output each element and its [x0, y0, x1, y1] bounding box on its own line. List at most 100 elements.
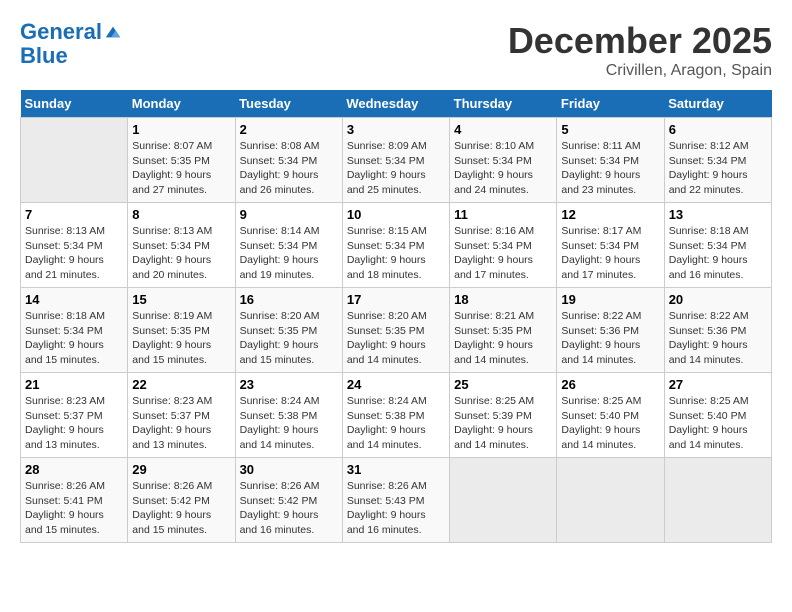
sunrise-text: Sunrise: 8:20 AM: [240, 309, 338, 324]
sunrise-text: Sunrise: 8:26 AM: [25, 479, 123, 494]
day-info: Sunrise: 8:11 AMSunset: 5:34 PMDaylight:…: [561, 139, 659, 198]
daylight-text: Daylight: 9 hours and 23 minutes.: [561, 168, 659, 197]
sunset-text: Sunset: 5:34 PM: [132, 239, 230, 254]
calendar-cell: 23Sunrise: 8:24 AMSunset: 5:38 PMDayligh…: [235, 373, 342, 458]
day-number: 10: [347, 207, 445, 222]
day-info: Sunrise: 8:18 AMSunset: 5:34 PMDaylight:…: [25, 309, 123, 368]
sunrise-text: Sunrise: 8:25 AM: [669, 394, 767, 409]
day-number: 3: [347, 122, 445, 137]
sunset-text: Sunset: 5:35 PM: [132, 324, 230, 339]
daylight-text: Daylight: 9 hours and 14 minutes.: [347, 423, 445, 452]
day-info: Sunrise: 8:26 AMSunset: 5:43 PMDaylight:…: [347, 479, 445, 538]
logo-icon: [104, 23, 122, 41]
day-info: Sunrise: 8:24 AMSunset: 5:38 PMDaylight:…: [240, 394, 338, 453]
calendar-cell: 1Sunrise: 8:07 AMSunset: 5:35 PMDaylight…: [128, 118, 235, 203]
sunrise-text: Sunrise: 8:26 AM: [240, 479, 338, 494]
day-number: 7: [25, 207, 123, 222]
calendar-header-row: SundayMondayTuesdayWednesdayThursdayFrid…: [21, 90, 772, 118]
calendar-cell: 27Sunrise: 8:25 AMSunset: 5:40 PMDayligh…: [664, 373, 771, 458]
header-thursday: Thursday: [450, 90, 557, 118]
day-number: 29: [132, 462, 230, 477]
day-number: 12: [561, 207, 659, 222]
sunset-text: Sunset: 5:35 PM: [132, 154, 230, 169]
calendar-cell: 30Sunrise: 8:26 AMSunset: 5:42 PMDayligh…: [235, 458, 342, 543]
daylight-text: Daylight: 9 hours and 19 minutes.: [240, 253, 338, 282]
day-info: Sunrise: 8:15 AMSunset: 5:34 PMDaylight:…: [347, 224, 445, 283]
daylight-text: Daylight: 9 hours and 14 minutes.: [669, 423, 767, 452]
sunset-text: Sunset: 5:42 PM: [132, 494, 230, 509]
sunrise-text: Sunrise: 8:24 AM: [347, 394, 445, 409]
sunrise-text: Sunrise: 8:07 AM: [132, 139, 230, 154]
header-saturday: Saturday: [664, 90, 771, 118]
header-monday: Monday: [128, 90, 235, 118]
page-header: General Blue December 2025 Crivillen, Ar…: [20, 20, 772, 80]
calendar-cell: [21, 118, 128, 203]
sunset-text: Sunset: 5:34 PM: [454, 239, 552, 254]
calendar-cell: 9 Sunrise: 8:14 AMSunset: 5:34 PMDaylight…: [235, 203, 342, 288]
daylight-text: Daylight: 9 hours and 14 minutes.: [561, 423, 659, 452]
daylight-text: Daylight: 9 hours and 15 minutes.: [25, 508, 123, 537]
calendar-cell: 19Sunrise: 8:22 AMSunset: 5:36 PMDayligh…: [557, 288, 664, 373]
day-info: Sunrise: 8:07 AMSunset: 5:35 PMDaylight:…: [132, 139, 230, 198]
sunset-text: Sunset: 5:38 PM: [347, 409, 445, 424]
day-info: Sunrise: 8:12 AMSunset: 5:34 PMDaylight:…: [669, 139, 767, 198]
day-number: 20: [669, 292, 767, 307]
day-number: 24: [347, 377, 445, 392]
sunset-text: Sunset: 5:37 PM: [132, 409, 230, 424]
daylight-text: Daylight: 9 hours and 14 minutes.: [454, 338, 552, 367]
sunset-text: Sunset: 5:39 PM: [454, 409, 552, 424]
calendar-cell: 21 Sunrise: 8:23 AMSunset: 5:37 PMDayligh…: [21, 373, 128, 458]
sunset-text: Sunset: 5:34 PM: [240, 239, 338, 254]
day-number: 9: [240, 207, 338, 222]
location: Crivillen, Aragon, Spain: [508, 62, 772, 80]
day-number: 16: [240, 292, 338, 307]
calendar-cell: 26Sunrise: 8:25 AMSunset: 5:40 PMDayligh…: [557, 373, 664, 458]
day-info: Sunrise: 8:24 AMSunset: 5:38 PMDaylight:…: [347, 394, 445, 453]
day-info: Sunrise: 8:23 AMSunset: 5:37 PMDaylight:…: [25, 394, 123, 453]
day-number: 21: [25, 377, 123, 392]
daylight-text: Daylight: 9 hours and 21 minutes.: [25, 253, 123, 282]
sunrise-text: Sunrise: 8:25 AM: [561, 394, 659, 409]
day-info: Sunrise: 8:10 AMSunset: 5:34 PMDaylight:…: [454, 139, 552, 198]
sunrise-text: Sunrise: 8:22 AM: [561, 309, 659, 324]
daylight-text: Daylight: 9 hours and 13 minutes.: [25, 423, 123, 452]
sunrise-text: Sunrise: 8:12 AM: [669, 139, 767, 154]
calendar-cell: 5Sunrise: 8:11 AMSunset: 5:34 PMDaylight…: [557, 118, 664, 203]
day-info: Sunrise: 8:19 AMSunset: 5:35 PMDaylight:…: [132, 309, 230, 368]
sunrise-text: Sunrise: 8:19 AM: [132, 309, 230, 324]
sunset-text: Sunset: 5:34 PM: [561, 154, 659, 169]
calendar-week-row: 7Sunrise: 8:13 AMSunset: 5:34 PMDaylight…: [21, 203, 772, 288]
day-info: Sunrise: 8:09 AMSunset: 5:34 PMDaylight:…: [347, 139, 445, 198]
sunrise-text: Sunrise: 8:13 AM: [25, 224, 123, 239]
day-number: 25: [454, 377, 552, 392]
day-number: 17: [347, 292, 445, 307]
day-number: 6: [669, 122, 767, 137]
day-number: 28: [25, 462, 123, 477]
day-info: Sunrise: 8:14 AMSunset: 5:34 PMDaylight:…: [240, 224, 338, 283]
sunrise-text: Sunrise: 8:23 AM: [132, 394, 230, 409]
calendar-cell: 7Sunrise: 8:13 AMSunset: 5:34 PMDaylight…: [21, 203, 128, 288]
daylight-text: Daylight: 9 hours and 15 minutes.: [240, 338, 338, 367]
sunset-text: Sunset: 5:34 PM: [25, 324, 123, 339]
day-info: Sunrise: 8:22 AMSunset: 5:36 PMDaylight:…: [561, 309, 659, 368]
sunset-text: Sunset: 5:34 PM: [669, 154, 767, 169]
sunrise-text: Sunrise: 8:17 AM: [561, 224, 659, 239]
daylight-text: Daylight: 9 hours and 18 minutes.: [347, 253, 445, 282]
daylight-text: Daylight: 9 hours and 13 minutes.: [132, 423, 230, 452]
calendar-cell: 18Sunrise: 8:21 AMSunset: 5:35 PMDayligh…: [450, 288, 557, 373]
calendar-cell: 8Sunrise: 8:13 AMSunset: 5:34 PMDaylight…: [128, 203, 235, 288]
daylight-text: Daylight: 9 hours and 14 minutes.: [561, 338, 659, 367]
logo-text-line2: Blue: [20, 44, 122, 68]
day-number: 31: [347, 462, 445, 477]
sunset-text: Sunset: 5:41 PM: [25, 494, 123, 509]
sunset-text: Sunset: 5:42 PM: [240, 494, 338, 509]
sunrise-text: Sunrise: 8:23 AM: [25, 394, 123, 409]
sunrise-text: Sunrise: 8:26 AM: [132, 479, 230, 494]
sunrise-text: Sunrise: 8:08 AM: [240, 139, 338, 154]
day-info: Sunrise: 8:13 AMSunset: 5:34 PMDaylight:…: [132, 224, 230, 283]
day-info: Sunrise: 8:26 AMSunset: 5:41 PMDaylight:…: [25, 479, 123, 538]
sunrise-text: Sunrise: 8:26 AM: [347, 479, 445, 494]
daylight-text: Daylight: 9 hours and 16 minutes.: [669, 253, 767, 282]
calendar-cell: 17Sunrise: 8:20 AMSunset: 5:35 PMDayligh…: [342, 288, 449, 373]
sunrise-text: Sunrise: 8:18 AM: [25, 309, 123, 324]
